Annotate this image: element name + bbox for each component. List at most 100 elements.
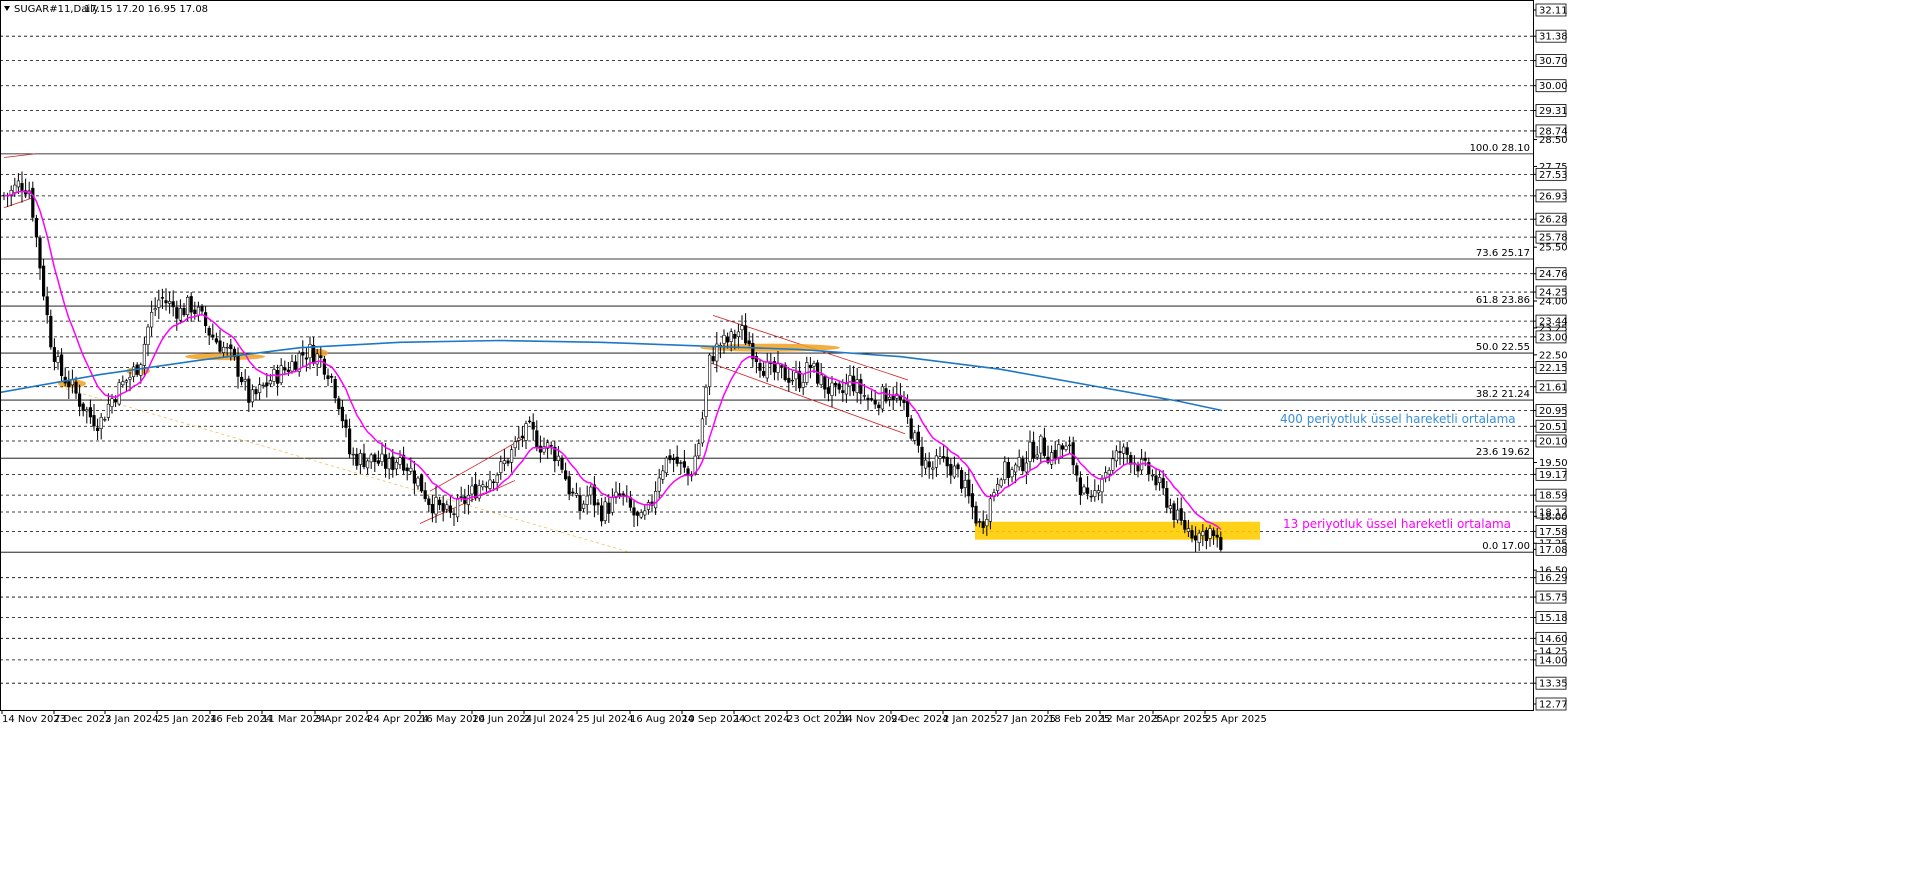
candle-body bbox=[200, 306, 204, 312]
candle-body bbox=[373, 454, 377, 463]
candle-body bbox=[862, 395, 866, 397]
candle-body bbox=[254, 389, 258, 395]
candle-body bbox=[621, 493, 625, 496]
candle-body bbox=[1219, 537, 1223, 550]
y-tick-label: 14.00 bbox=[1539, 655, 1568, 666]
candle-body bbox=[261, 384, 265, 387]
candle-body bbox=[423, 490, 427, 500]
candle-body bbox=[67, 381, 71, 388]
candle-body bbox=[988, 498, 992, 522]
candle-body bbox=[193, 309, 197, 314]
candle-body bbox=[358, 453, 363, 465]
candle-body bbox=[1053, 449, 1057, 459]
candle-body bbox=[535, 430, 539, 449]
candle-body bbox=[369, 454, 373, 463]
candle-body bbox=[531, 421, 535, 430]
candle-body bbox=[311, 345, 316, 364]
candle-body bbox=[776, 362, 780, 373]
candle-body bbox=[412, 470, 417, 484]
candle-body bbox=[333, 379, 337, 399]
price-chart[interactable]: 100.0 28.10 73.6 25.17 61.8 23.86 50.0 22.5… bbox=[0, 0, 1916, 888]
candle-body bbox=[160, 297, 165, 299]
candle-body bbox=[387, 458, 391, 470]
candle-body bbox=[85, 409, 89, 412]
candle-body bbox=[869, 398, 874, 400]
candle-body bbox=[1078, 477, 1082, 495]
candle-body bbox=[96, 427, 100, 431]
candle-body bbox=[225, 346, 229, 349]
candle-body bbox=[905, 400, 910, 417]
candle-body bbox=[758, 362, 762, 371]
candle-body bbox=[340, 406, 345, 422]
candle-body bbox=[740, 325, 744, 331]
fib-label: 73.6 25.17 bbox=[1476, 248, 1530, 259]
candle-body bbox=[679, 462, 683, 464]
candle-body bbox=[941, 456, 946, 459]
x-tick-label: 1 Oct 2024 bbox=[734, 714, 789, 725]
candle-body bbox=[146, 326, 150, 345]
candle-body bbox=[596, 502, 600, 506]
candle-body bbox=[41, 265, 46, 297]
candle-body bbox=[887, 396, 892, 400]
candle-body bbox=[844, 383, 848, 395]
candle-body bbox=[675, 456, 679, 464]
candle-body bbox=[567, 476, 571, 495]
candle-body bbox=[214, 338, 219, 343]
candle-body bbox=[88, 407, 92, 418]
candle-body bbox=[243, 379, 247, 382]
candle-body bbox=[1190, 530, 1194, 539]
y-tick-label: 15.18 bbox=[1539, 613, 1568, 624]
candle-body bbox=[218, 340, 222, 352]
candle-body bbox=[405, 467, 409, 472]
fib-label: 0.0 17.00 bbox=[1482, 541, 1530, 552]
y-tick-label: 20.51 bbox=[1539, 422, 1568, 433]
candle-body bbox=[808, 364, 812, 369]
candle-body bbox=[427, 498, 431, 505]
candle-body bbox=[229, 344, 233, 349]
candle-body bbox=[236, 355, 240, 377]
candle-body bbox=[643, 510, 647, 516]
candle-body bbox=[707, 354, 712, 387]
candle-body bbox=[322, 358, 327, 375]
candle-body bbox=[59, 354, 64, 377]
candle-body bbox=[686, 468, 690, 475]
candle-body bbox=[841, 390, 845, 393]
candle-body bbox=[488, 479, 492, 489]
candle-body bbox=[866, 397, 870, 400]
candle-body bbox=[1208, 528, 1212, 539]
candle-body bbox=[938, 456, 942, 459]
candle-body bbox=[103, 418, 107, 421]
candle-body bbox=[1197, 532, 1201, 543]
y-tick-label: 19.17 bbox=[1539, 470, 1568, 481]
candle-body bbox=[585, 495, 589, 505]
x-tick-label: 25 Apr 2025 bbox=[1205, 714, 1267, 725]
candle-body bbox=[222, 346, 226, 353]
candle-body bbox=[1143, 458, 1147, 461]
candle-body bbox=[81, 403, 85, 411]
candle-body bbox=[142, 343, 147, 366]
candle-body bbox=[934, 455, 938, 468]
candle-body bbox=[110, 398, 114, 407]
candle-body bbox=[1100, 479, 1104, 493]
candle-body bbox=[556, 455, 560, 462]
candle-body bbox=[168, 301, 172, 304]
candle-body bbox=[610, 497, 614, 513]
candle-body bbox=[211, 334, 215, 338]
candle-body bbox=[1032, 441, 1036, 459]
candle-body bbox=[34, 217, 38, 238]
candle-body bbox=[455, 498, 460, 518]
candle-body bbox=[970, 493, 974, 508]
candle-body bbox=[574, 493, 578, 496]
candle-body bbox=[617, 493, 622, 495]
ohlc-header: 17.15 17.20 16.95 17.08 bbox=[84, 4, 208, 15]
candle-body bbox=[949, 464, 953, 476]
candle-body bbox=[265, 382, 269, 387]
y-tick-label: 20.10 bbox=[1539, 436, 1568, 447]
candle-body bbox=[653, 491, 658, 509]
candle-body bbox=[833, 382, 838, 386]
x-tick-label: 2 Jan 2025 bbox=[943, 714, 997, 725]
candle-body bbox=[1042, 437, 1046, 456]
candle-body bbox=[502, 460, 507, 465]
candle-body bbox=[1039, 435, 1043, 454]
candle-body bbox=[830, 382, 834, 396]
